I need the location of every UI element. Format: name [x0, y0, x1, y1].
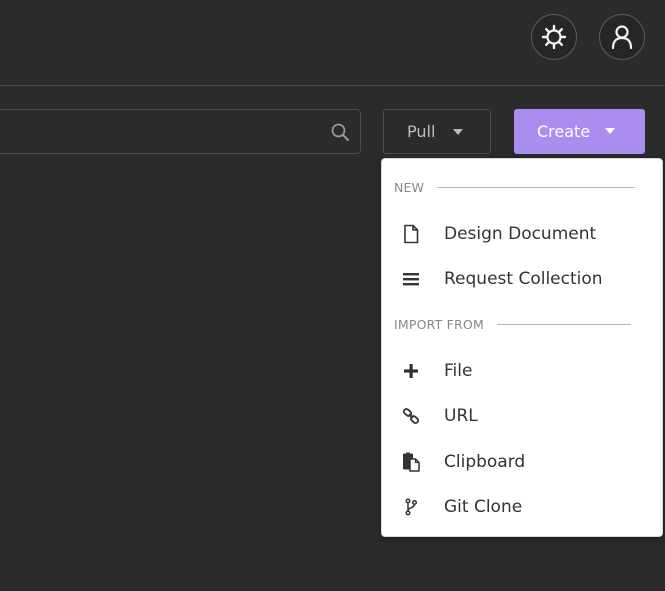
- create-button[interactable]: Create: [514, 109, 645, 154]
- document-icon: [401, 224, 421, 244]
- menu-item-label: Git Clone: [444, 497, 523, 517]
- menu-item-git-clone[interactable]: Git Clone: [382, 487, 662, 527]
- pull-button[interactable]: Pull: [383, 109, 491, 154]
- menu-item-design-document[interactable]: Design Document: [382, 214, 662, 254]
- menu-item-label: File: [444, 361, 473, 381]
- list-icon: [401, 269, 421, 289]
- menu-item-url[interactable]: URL: [382, 396, 662, 436]
- create-dropdown-menu: NEW Design Document Request Collection I…: [381, 158, 663, 537]
- git-branch-icon: [401, 497, 421, 517]
- menu-item-file[interactable]: File: [382, 351, 662, 391]
- section-label: IMPORT FROM: [394, 316, 484, 332]
- section-header-import-from: IMPORT FROM: [394, 316, 631, 332]
- chevron-down-icon: [605, 128, 615, 134]
- menu-item-label: Clipboard: [444, 452, 526, 472]
- section-label: NEW: [394, 179, 425, 195]
- account-button[interactable]: [599, 14, 645, 60]
- gear-icon: [541, 24, 567, 50]
- search-input[interactable]: [0, 109, 361, 154]
- create-label: Create: [537, 122, 591, 141]
- settings-button[interactable]: [531, 14, 577, 60]
- plus-icon: [401, 361, 421, 381]
- link-icon: [401, 406, 421, 426]
- app-root: Pull Create NEW Design Document Request …: [0, 0, 665, 591]
- divider: [437, 186, 636, 188]
- menu-item-clipboard[interactable]: Clipboard: [382, 442, 662, 482]
- menu-item-label: URL: [444, 406, 478, 426]
- clipboard-icon: [401, 452, 421, 472]
- section-header-new: NEW: [394, 179, 636, 195]
- user-icon: [610, 24, 634, 50]
- top-header: [0, 0, 665, 86]
- menu-item-request-collection[interactable]: Request Collection: [382, 259, 662, 299]
- search-icon: [330, 122, 350, 142]
- menu-item-label: Request Collection: [444, 269, 603, 289]
- pull-label: Pull: [407, 122, 436, 141]
- divider: [496, 323, 631, 325]
- menu-item-label: Design Document: [444, 224, 597, 244]
- chevron-down-icon: [453, 129, 463, 135]
